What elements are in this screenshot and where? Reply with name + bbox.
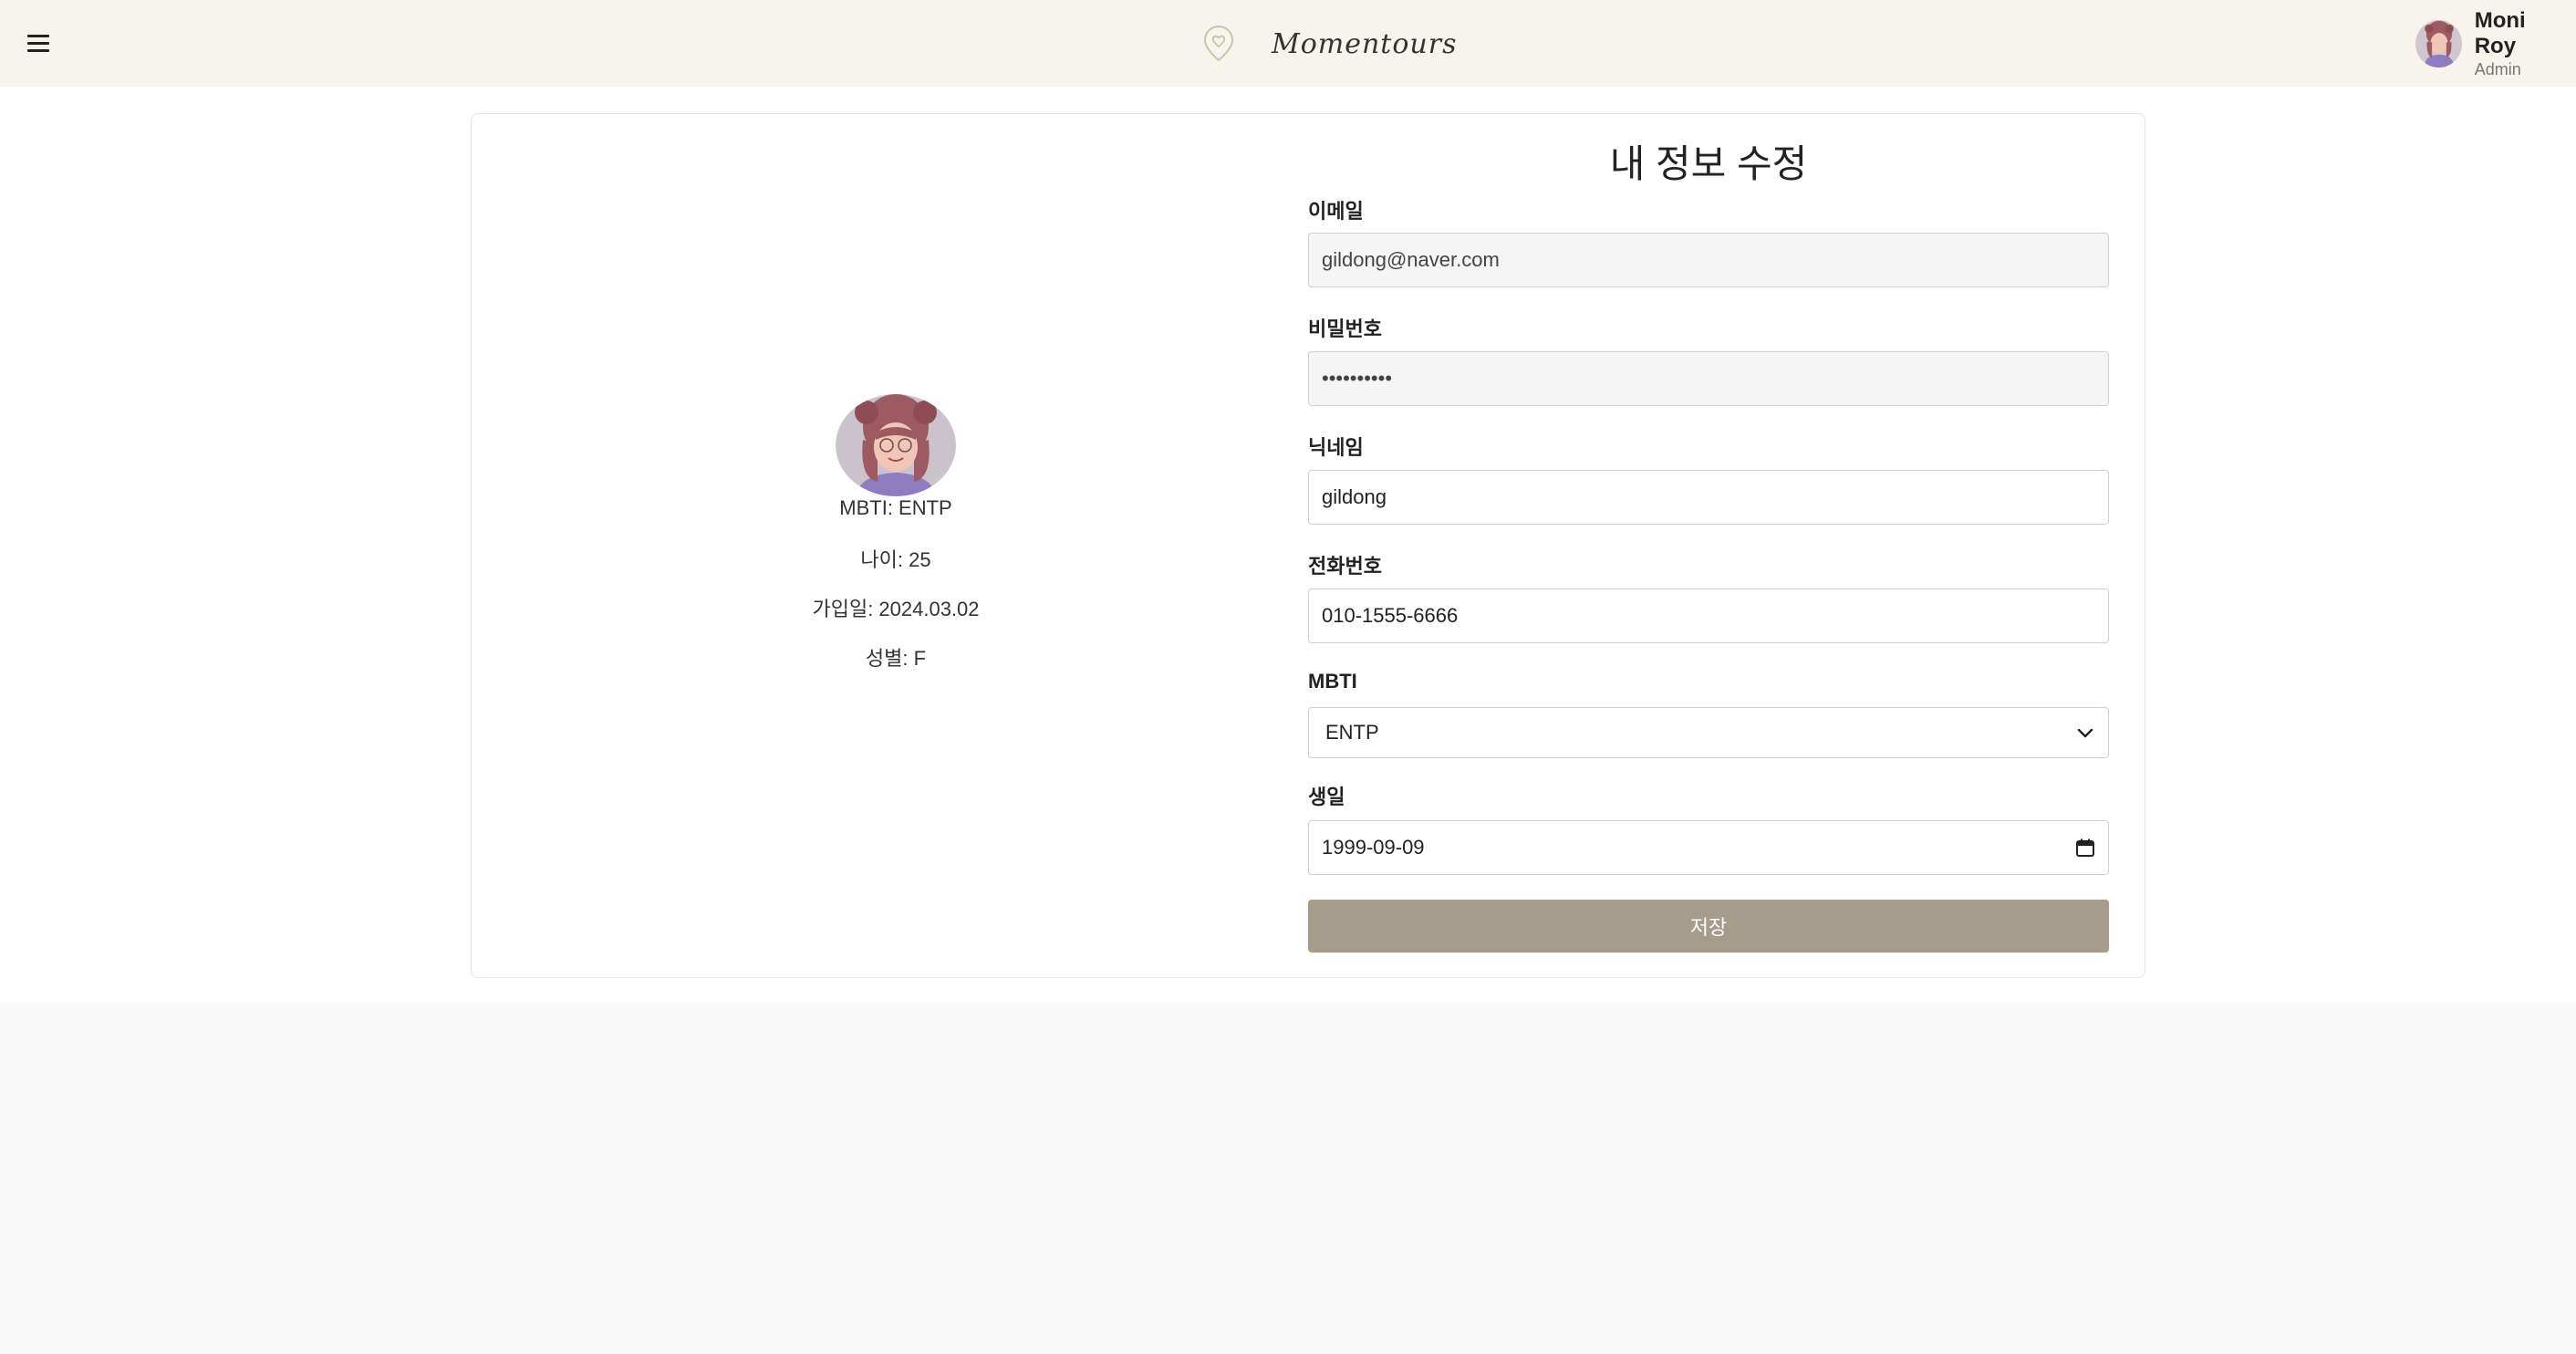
phone-field[interactable]: 010-1555-6666 [1308, 588, 2109, 643]
nickname-label: 닉네임 [1308, 436, 1364, 459]
email-label: 이메일 [1308, 200, 1364, 223]
mbti-label: MBTI [1308, 670, 1357, 693]
user-role: Admin [2474, 60, 2521, 78]
birthday-label: 생일 [1308, 786, 1345, 808]
email-value: gildong@naver.com [1322, 248, 1500, 271]
password-label: 비밀번호 [1308, 318, 1382, 340]
top-navigation-bar: Momentours Moni Roy Admin [0, 0, 2576, 87]
save-button[interactable]: 저장 [1308, 900, 2109, 953]
user-profile-menu[interactable]: Moni Roy Admin [2415, 8, 2571, 78]
location-pin-logo-icon [1203, 25, 1234, 62]
avatar [2415, 20, 2462, 68]
profile-avatar [836, 394, 956, 496]
birthday-date-input[interactable]: 1999-09-09 [1308, 820, 2109, 875]
phone-value: 010-1555-6666 [1322, 604, 1459, 627]
password-field[interactable]: •••••••••• [1308, 351, 2109, 406]
nickname-field[interactable]: gildong [1308, 470, 2109, 525]
phone-label: 전화번호 [1308, 555, 1382, 578]
profile-gender: 성별: F [865, 647, 927, 670]
password-value: •••••••••• [1322, 367, 1393, 390]
profile-mbti: MBTI: ENTP [839, 496, 952, 519]
profile-joined-date: 가입일: 2024.03.02 [812, 598, 980, 620]
mbti-selected-value: ENTP [1325, 721, 1379, 744]
email-field[interactable]: gildong@naver.com [1308, 233, 2109, 287]
mbti-select[interactable]: ENTP [1308, 707, 2109, 758]
user-name: Moni Roy [2474, 8, 2526, 58]
birthday-value: 1999-09-09 [1322, 836, 1425, 859]
nickname-value: gildong [1322, 485, 1387, 508]
calendar-icon[interactable] [2075, 838, 2095, 858]
page-title: 내 정보 수정 [1609, 142, 1808, 185]
brand-name: Momentours [1272, 27, 1458, 60]
hamburger-menu-icon[interactable] [26, 29, 53, 57]
brand[interactable]: Momentours [1202, 18, 1457, 69]
chevron-down-icon [2077, 728, 2093, 738]
profile-age: 나이: 25 [860, 548, 931, 571]
